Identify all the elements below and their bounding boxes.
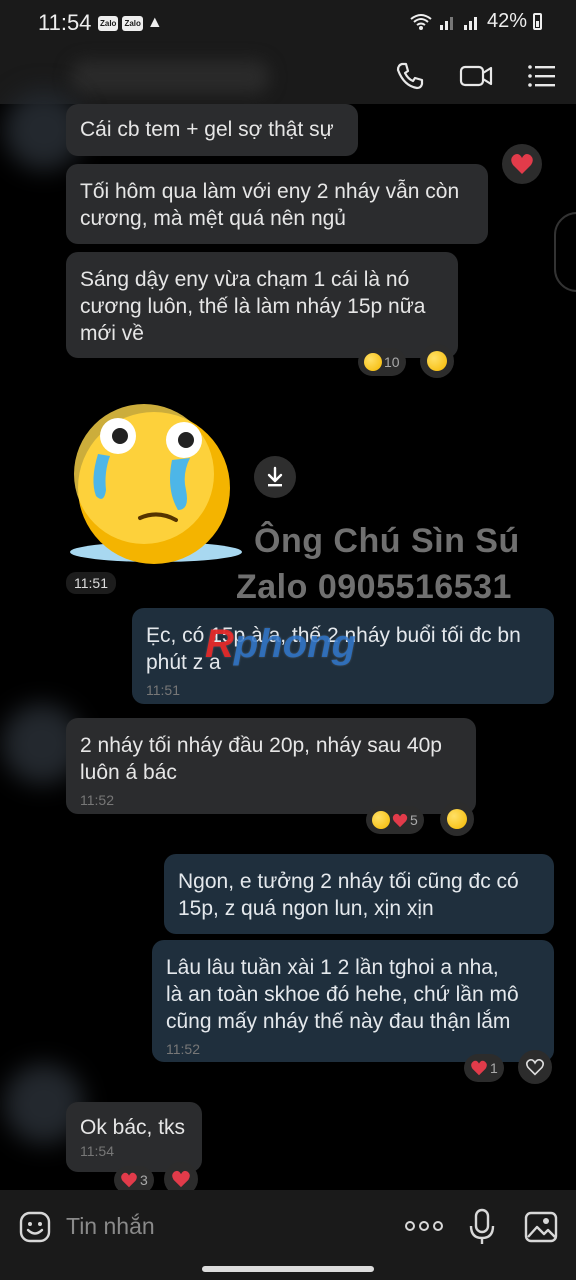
message-list[interactable]: Cái cb tem + gel sợ thật sự Tối hôm qua … [0, 90, 576, 1196]
watermark-text: Ông Chú Sìn Sú [254, 522, 520, 560]
signal-icon-2 [463, 16, 477, 30]
message-text: Ngon, e tưởng 2 nháy tối cũng đc có 15p,… [178, 870, 519, 920]
message-text: Sáng dậy eny vừa chạm 1 cái là nó cương … [80, 268, 426, 345]
image-icon[interactable] [524, 1210, 558, 1244]
wifi-icon [410, 13, 432, 30]
message-text: Tối hôm qua làm với eny 2 nháy vẫn còn c… [80, 180, 460, 230]
react-button[interactable] [420, 344, 454, 378]
chat-header [0, 46, 576, 104]
worried-emoji-icon [372, 811, 390, 829]
reaction-summary[interactable]: 1 [464, 1054, 504, 1082]
battery-icon [533, 13, 542, 30]
heart-icon [511, 154, 533, 174]
watermark-text: Zalo 0905516531 [236, 568, 512, 606]
scroll-handle[interactable] [554, 212, 576, 292]
message-time: 11:54 [80, 1143, 114, 1159]
message-bubble-incoming[interactable]: 2 nháy tối nháy đầu 20p, nháy sau 40p lu… [66, 718, 476, 814]
reaction-summary[interactable]: 5 [366, 806, 424, 834]
crying-sticker[interactable] [66, 400, 246, 568]
message-text: Ok bác, tks [80, 1116, 186, 1139]
emoji-icon[interactable] [18, 1210, 52, 1244]
brand-watermark: Rphong [205, 622, 357, 666]
heart-icon [121, 1172, 137, 1188]
gesture-nav-bar[interactable] [202, 1266, 374, 1272]
phone-icon[interactable] [392, 58, 428, 94]
message-bubble-incoming[interactable]: Cái cb tem + gel sợ thật sự [66, 104, 358, 156]
reaction-heart[interactable] [502, 144, 542, 184]
status-time: 11:54 [38, 10, 92, 35]
video-call-icon[interactable] [458, 58, 494, 94]
heart-icon [172, 1170, 190, 1188]
more-icon[interactable] [404, 1216, 444, 1236]
reaction-count: 1 [490, 1060, 498, 1076]
warning-icon: ▲ [146, 14, 163, 31]
heart-icon [471, 1060, 487, 1076]
download-button[interactable] [254, 456, 296, 498]
reaction-count: 5 [410, 812, 418, 828]
crying-emoji-icon [364, 353, 382, 371]
like-button[interactable] [518, 1050, 552, 1084]
reaction-summary[interactable]: 10 [358, 348, 406, 376]
composer-bar: Tin nhắn [0, 1190, 576, 1280]
message-input[interactable]: Tin nhắn [66, 1213, 155, 1240]
message-text: Cái cb tem + gel sợ thật sự [80, 118, 334, 141]
message-bubble-incoming[interactable]: Sáng dậy eny vừa chạm 1 cái là nó cương … [66, 252, 458, 358]
zalo-notification-icon: Zalo [122, 15, 143, 31]
signal-icon [439, 16, 453, 30]
heart-icon [392, 813, 408, 827]
battery-level: 42% [486, 10, 527, 32]
menu-icon[interactable] [524, 58, 560, 94]
status-bar: 11:54 Zalo Zalo ▲ 42% [0, 0, 576, 46]
message-bubble-incoming[interactable]: Tối hôm qua làm với eny 2 nháy vẫn còn c… [66, 164, 488, 244]
download-icon [267, 466, 283, 487]
heart-outline-icon [526, 1059, 544, 1076]
worried-emoji-icon [447, 809, 467, 829]
contact-name-blurred[interactable] [70, 60, 270, 94]
mic-icon[interactable] [468, 1208, 496, 1246]
zalo-notification-icon: Zalo [98, 15, 119, 31]
message-bubble-outgoing[interactable]: Ngon, e tưởng 2 nháy tối cũng đc có 15p,… [164, 854, 554, 934]
message-text: Lâu lâu tuần xài 1 2 lần tghoi a nha, là… [166, 956, 519, 1033]
crying-emoji-icon [427, 351, 447, 371]
message-bubble-outgoing[interactable]: Lâu lâu tuần xài 1 2 lần tghoi a nha, là… [152, 940, 554, 1062]
status-right: 42% [409, 10, 542, 33]
status-app-icons: Zalo Zalo ▲ [98, 14, 163, 32]
reaction-count: 3 [140, 1172, 148, 1188]
message-time: 11:51 [146, 682, 180, 698]
react-button[interactable] [440, 802, 474, 836]
message-text: 2 nháy tối nháy đầu 20p, nháy sau 40p lu… [80, 734, 442, 784]
message-time: 11:51 [66, 572, 116, 594]
reaction-count: 10 [384, 354, 400, 370]
